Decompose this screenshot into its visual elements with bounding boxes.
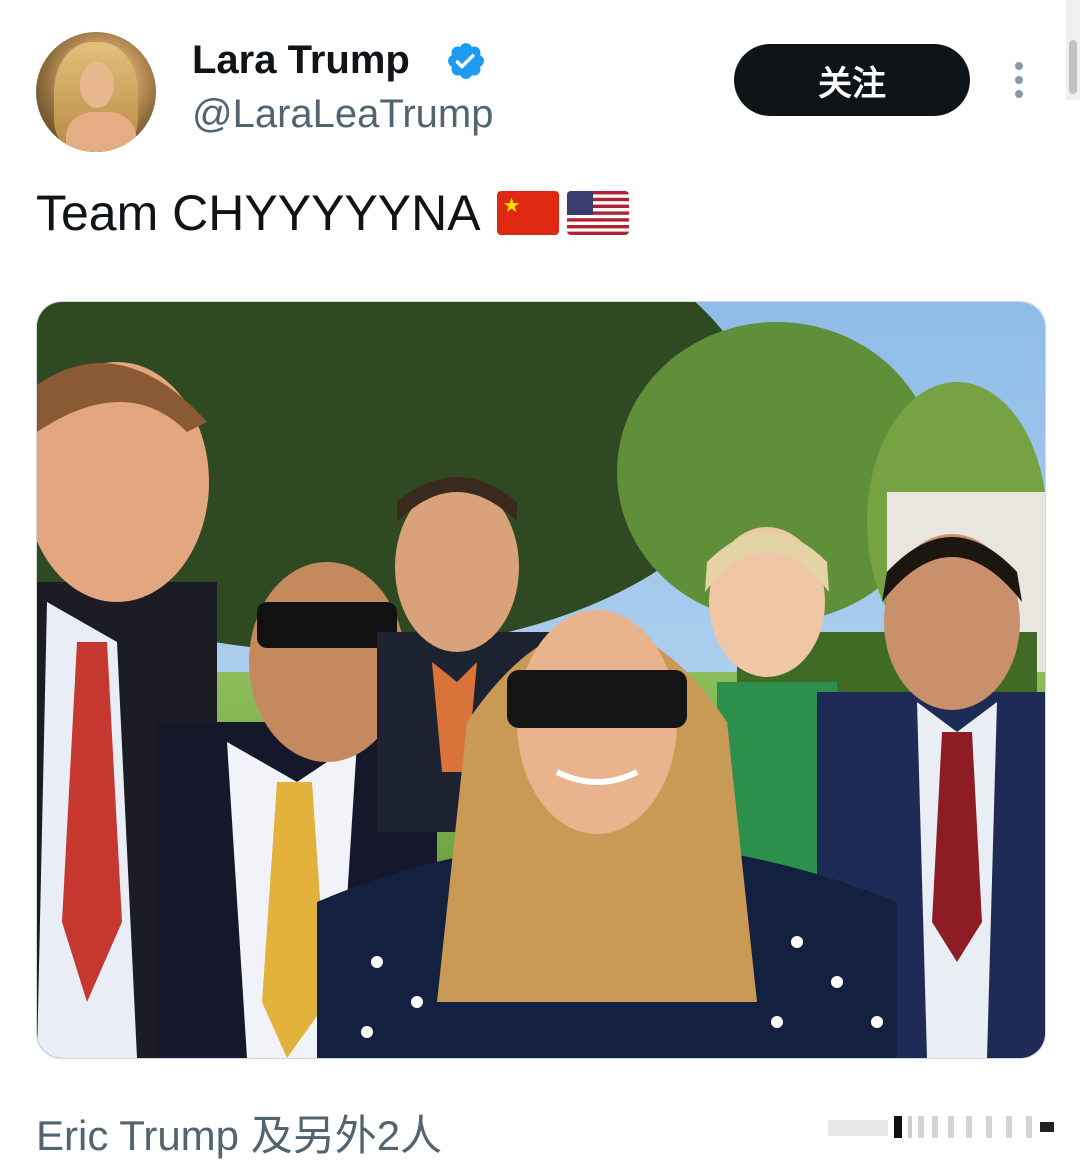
group-selfie-photo (37, 302, 1045, 1058)
follow-button[interactable]: 关注 (734, 44, 970, 116)
watermark-icon (828, 1116, 1054, 1138)
china-flag-icon (496, 191, 559, 235)
tweet-text: Team CHYYYYYNA (36, 184, 629, 242)
tweet-text-body: Team CHYYYYYNA (36, 185, 481, 241)
avatar-face (80, 62, 114, 108)
scrollbar-thumb[interactable] (1069, 40, 1077, 94)
author-handle[interactable]: @LaraLeaTrump (192, 92, 493, 137)
tweet-photo[interactable] (36, 301, 1046, 1059)
dot (1015, 76, 1023, 84)
dot (1015, 90, 1023, 98)
usa-flag-icon (566, 191, 629, 235)
vertical-ellipsis-icon[interactable] (1004, 58, 1034, 102)
verified-badge-icon (448, 43, 484, 79)
avatar[interactable] (36, 32, 156, 152)
author-display-name[interactable]: Lara Trump (192, 38, 410, 83)
dot (1015, 62, 1023, 70)
avatar-shoulder (66, 112, 136, 152)
tagged-people[interactable]: Eric Trump 及另外2人 (36, 1102, 442, 1163)
